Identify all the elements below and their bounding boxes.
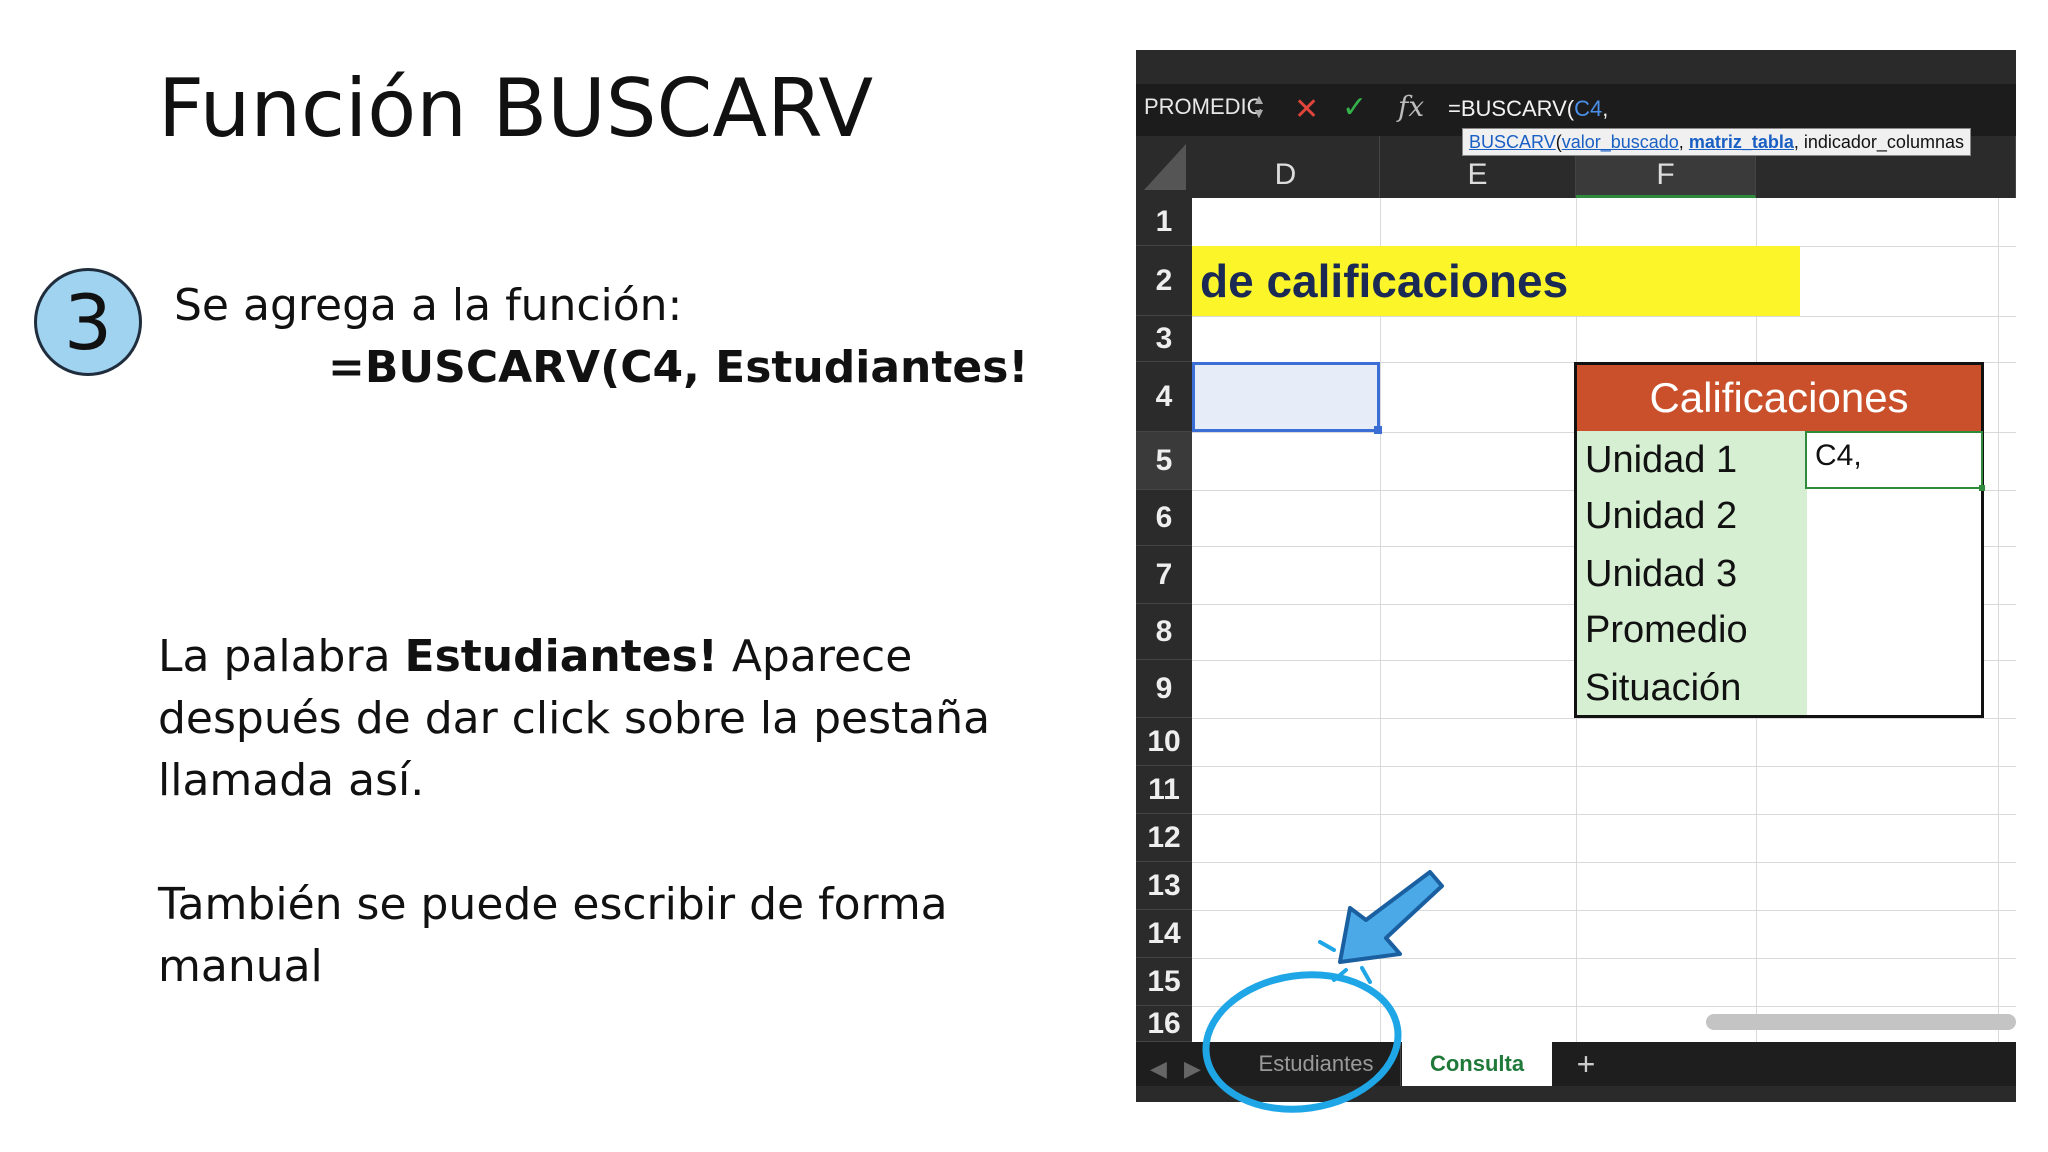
row-header-10[interactable]: 10 [1136, 718, 1192, 766]
tooltip-arg-valor-buscado[interactable]: valor_buscado [1562, 132, 1679, 152]
row-header-13[interactable]: 13 [1136, 862, 1192, 910]
tooltip-arg-matriz-tabla[interactable]: matriz_tabla [1689, 132, 1794, 152]
title-band-text[interactable]: de calificaciones [1200, 254, 1568, 308]
confirm-formula-icon[interactable]: ✓ [1342, 90, 1367, 125]
row-header-1[interactable]: 1 [1136, 198, 1192, 246]
row-header-5[interactable]: 5 [1136, 432, 1192, 490]
row-header-7[interactable]: 7 [1136, 546, 1192, 604]
function-signature-tooltip: BUSCARV(valor_buscado, matriz_tabla, ind… [1462, 128, 1971, 156]
row-header-16[interactable]: 16 [1136, 1006, 1192, 1042]
tooltip-arg-indicador-columnas: indicador_columnas [1803, 132, 1964, 152]
gridline [1192, 316, 2016, 317]
label-unidad-3[interactable]: Unidad 3 [1585, 553, 1737, 596]
calificaciones-table: Calificaciones Unidad 1 Unidad 2 Unidad … [1574, 362, 1985, 718]
formula-prefix: =BUSCARV( [1448, 96, 1575, 121]
tooltip-sep: , [1678, 132, 1689, 152]
table-header[interactable]: Calificaciones [1577, 365, 1981, 431]
name-box[interactable]: PROMEDIC [1144, 94, 1263, 120]
fill-handle[interactable] [1374, 426, 1382, 434]
gridline [1192, 766, 2016, 767]
ribbon-strip [1136, 50, 2016, 84]
slide-title: Función BUSCARV [158, 62, 874, 155]
step-description: Se agrega a la función: [174, 280, 683, 331]
manual-entry-note: También se puede escribir de forma manua… [158, 879, 948, 992]
label-unidad-1[interactable]: Unidad 1 [1585, 439, 1737, 482]
gridline [1192, 814, 2016, 815]
pointer-arrow-icon [1318, 870, 1444, 984]
row-header-11[interactable]: 11 [1136, 766, 1192, 814]
input-cell-c4[interactable] [1192, 362, 1380, 432]
cancel-formula-icon[interactable]: ✕ [1294, 92, 1319, 127]
step-number-badge: 3 [34, 268, 142, 376]
table-label-column: Unidad 1 Unidad 2 Unidad 3 Promedio Situ… [1577, 431, 1807, 715]
name-box-stepper-icon[interactable]: ▲ ▼ [1252, 92, 1266, 120]
insert-function-icon[interactable]: fx [1398, 90, 1424, 123]
row-header-8[interactable]: 8 [1136, 604, 1192, 660]
row-header-9[interactable]: 9 [1136, 660, 1192, 718]
row-header-4[interactable]: 4 [1136, 362, 1192, 432]
active-cell-fill-handle[interactable] [1979, 485, 1985, 491]
row-header-15[interactable]: 15 [1136, 958, 1192, 1006]
select-all-triangle-icon [1144, 144, 1186, 190]
sheet-next-icon[interactable]: ▶ [1184, 1056, 1201, 1082]
label-unidad-2[interactable]: Unidad 2 [1585, 495, 1737, 538]
row-header-12[interactable]: 12 [1136, 814, 1192, 862]
row-header-2[interactable]: 2 [1136, 246, 1192, 316]
worksheet-grid[interactable]: D E F 1 2 3 4 5 6 7 8 9 10 11 12 13 14 1… [1136, 136, 2016, 1042]
row-header-14[interactable]: 14 [1136, 910, 1192, 958]
select-all-corner[interactable] [1136, 136, 1192, 198]
tooltip-sep: , [1793, 132, 1804, 152]
active-cell-value: C4, [1815, 439, 1862, 472]
column-header-d[interactable]: D [1192, 136, 1380, 198]
label-promedio[interactable]: Promedio [1585, 609, 1748, 652]
label-situacion[interactable]: Situación [1585, 667, 1741, 710]
excel-screenshot: PROMEDIC ▲ ▼ ✕ ✓ fx =BUSCARV(C4, D E F 1 … [1136, 50, 2016, 1102]
formula-input[interactable]: =BUSCARV(C4, [1448, 96, 1608, 122]
row-header-6[interactable]: 6 [1136, 490, 1192, 546]
formula-suffix: , [1602, 96, 1609, 121]
row-header-3[interactable]: 3 [1136, 316, 1192, 362]
formula-reference: C4 [1574, 96, 1603, 121]
explanation-keyword: Estudiantes! [404, 631, 718, 682]
explanation-text-pre: La palabra [158, 631, 405, 682]
explanation-paragraph: La palabra Estudiantes! Aparece después … [158, 626, 1038, 812]
add-sheet-button[interactable]: + [1566, 1042, 1606, 1086]
gridline [1192, 718, 2016, 719]
active-cell-f5[interactable]: C4, [1805, 431, 1985, 491]
sheet-tab-consulta[interactable]: Consulta [1402, 1042, 1552, 1086]
horizontal-scrollbar[interactable] [1706, 1014, 2016, 1030]
step-formula: =BUSCARV(C4, Estudiantes! [328, 342, 1029, 393]
gridline [1998, 198, 1999, 1042]
sheet-prev-icon[interactable]: ◀ [1150, 1056, 1167, 1082]
tooltip-function-name[interactable]: BUSCARV [1469, 132, 1556, 152]
